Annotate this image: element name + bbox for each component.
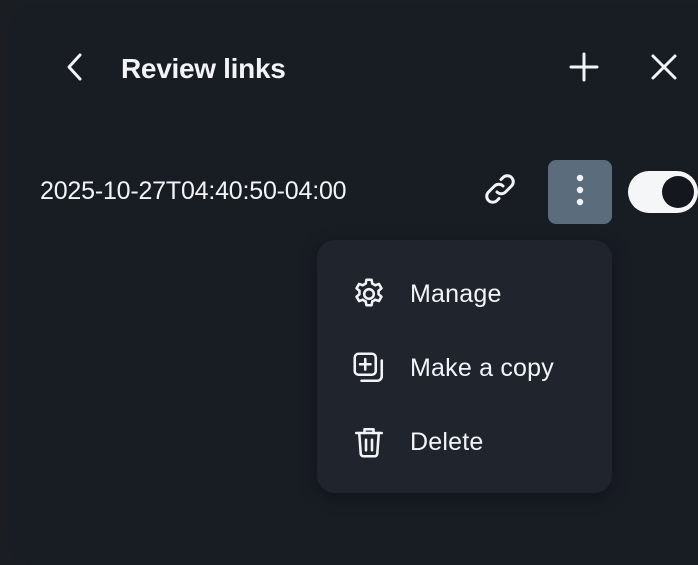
close-button[interactable] bbox=[642, 49, 686, 89]
menu-item-delete[interactable]: Delete bbox=[317, 412, 612, 472]
link-icon bbox=[482, 171, 518, 212]
review-link-name[interactable]: 2025-10-27T04:40:50-04:00 bbox=[40, 175, 347, 207]
link-enabled-toggle[interactable] bbox=[628, 171, 698, 213]
more-vertical-icon bbox=[575, 173, 585, 212]
menu-item-label: Delete bbox=[410, 428, 484, 456]
back-button[interactable] bbox=[55, 49, 95, 89]
copy-link-button[interactable] bbox=[478, 171, 522, 211]
add-link-button[interactable] bbox=[562, 49, 606, 89]
close-icon bbox=[649, 52, 679, 87]
trash-icon bbox=[349, 422, 389, 462]
gear-icon bbox=[349, 274, 389, 314]
menu-item-label: Manage bbox=[410, 280, 502, 308]
toggle-knob bbox=[662, 176, 694, 208]
options-menu: Manage Make a copy Delete bbox=[317, 240, 612, 493]
review-links-panel: Review links 2025-10-27T04:40:50-04:00 M… bbox=[8, 5, 698, 565]
menu-item-label: Make a copy bbox=[410, 354, 554, 382]
more-options-button[interactable] bbox=[548, 160, 612, 224]
duplicate-icon bbox=[349, 348, 389, 388]
plus-icon bbox=[568, 51, 600, 88]
page-title: Review links bbox=[121, 53, 286, 84]
menu-item-manage[interactable]: Manage bbox=[317, 264, 612, 324]
chevron-left-icon bbox=[64, 52, 86, 87]
menu-item-make-a-copy[interactable]: Make a copy bbox=[317, 338, 612, 398]
